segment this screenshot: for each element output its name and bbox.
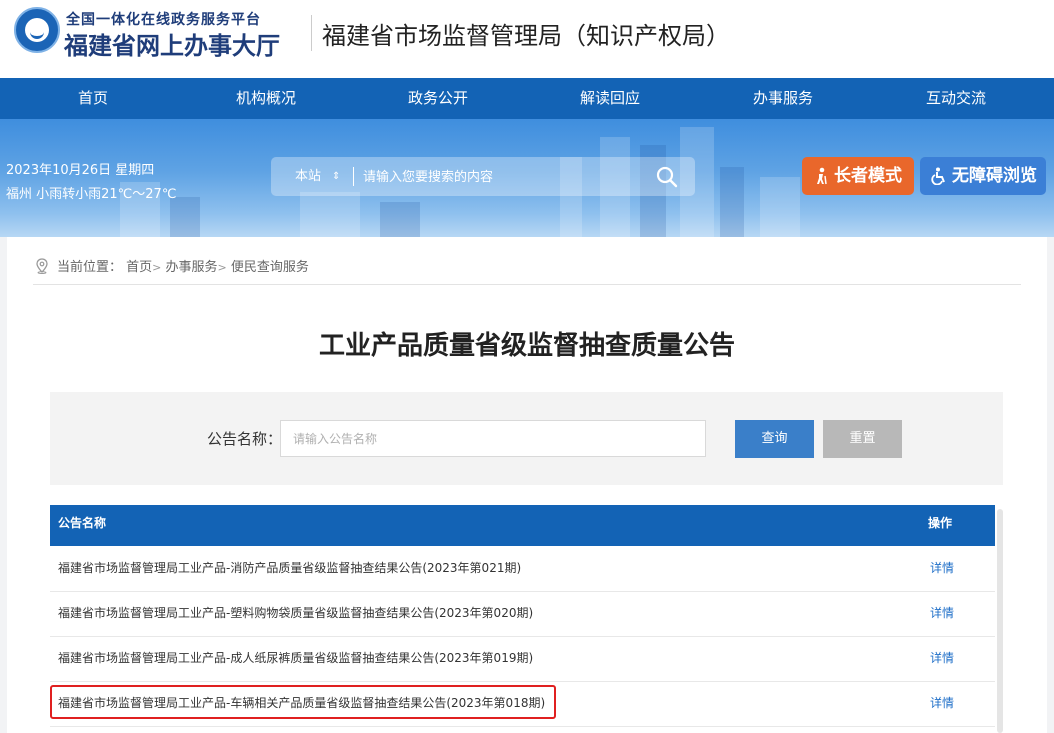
breadcrumb-home[interactable]: 首页 (126, 260, 152, 275)
site-search-bar: 本站 ⇕ (271, 157, 695, 196)
breadcrumb-services[interactable]: 办事服务 (166, 260, 218, 275)
skyline-building (300, 192, 360, 237)
elder-person-icon (817, 167, 827, 185)
header-divider (311, 15, 312, 51)
location-pin-icon (36, 258, 48, 274)
elder-mode-button[interactable]: 长者模式 (802, 157, 914, 195)
announcement-name-label: 公告名称： (207, 430, 283, 448)
filter-panel: 公告名称： 查询 重置 (50, 392, 1003, 485)
elder-mode-label: 长者模式 (834, 166, 902, 186)
announcement-title[interactable]: 福建省市场监督管理局工业产品-塑料购物袋质量省级监督抽查结果公告(2023年第0… (58, 591, 533, 636)
breadcrumb: 当前位置： 首页> 办事服务> 便民查询服务 (57, 256, 309, 275)
table-scrollbar[interactable] (997, 509, 1003, 733)
column-header-name: 公告名称 (58, 516, 107, 530)
weather-info: 福州 小雨转小雨21℃～27℃ (6, 187, 177, 202)
skyline-building (720, 167, 744, 237)
breadcrumb-separator: > (217, 261, 227, 274)
skyline-building (170, 197, 200, 237)
details-link[interactable]: 详情 (930, 591, 954, 636)
search-separator (353, 167, 354, 186)
search-icon[interactable] (655, 165, 679, 189)
site-search-input[interactable] (361, 163, 645, 192)
table-row: 福建省市场监督管理局工业产品-塑料购物袋质量省级监督抽查结果公告(2023年第0… (50, 591, 995, 637)
accessible-browse-button[interactable]: 无障碍浏览 (920, 157, 1046, 195)
highlight-box (50, 685, 556, 719)
search-scope-select[interactable]: 本站 (295, 157, 321, 196)
banner: 2023年10月26日 星期四 福州 小雨转小雨21℃～27℃ 本站 ⇕ 长者模… (0, 119, 1054, 237)
nav-item-public-affairs[interactable]: 政务公开 (368, 78, 508, 119)
reset-button[interactable]: 重置 (823, 420, 902, 458)
details-link[interactable]: 详情 (930, 681, 954, 726)
nav-item-home[interactable]: 首页 (23, 78, 163, 119)
breadcrumb-divider (33, 284, 1021, 285)
skyline-building (760, 177, 800, 237)
announcement-title[interactable]: 福建省市场监督管理局工业产品-消防产品质量省级监督抽查结果公告(2023年第02… (58, 546, 521, 591)
announcement-title[interactable]: 福建省市场监督管理局工业产品-成人纸尿裤质量省级监督抽查结果公告(2023年第0… (58, 636, 533, 681)
org-name: 福建省市场监督管理局（知识产权局） (322, 22, 730, 50)
breadcrumb-separator: > (152, 261, 162, 274)
breadcrumb-query-service[interactable]: 便民查询服务 (231, 260, 309, 275)
breadcrumb-prefix: 当前位置： (57, 260, 123, 275)
table-row: 福建省市场监督管理局工业产品-消防产品质量省级监督抽查结果公告(2023年第02… (50, 546, 995, 592)
details-link[interactable]: 详情 (930, 546, 954, 591)
query-button[interactable]: 查询 (735, 420, 814, 458)
wheelchair-icon (931, 167, 945, 185)
site-header: 全国一体化在线政务服务平台 福建省网上办事大厅 福建省市场监督管理局（知识产权局… (0, 0, 1054, 78)
logo-title[interactable]: 福建省网上办事大厅 (64, 26, 280, 61)
table-header: 公告名称 操作 (50, 505, 995, 546)
skyline-building (380, 202, 420, 237)
table-row: 福建省市场监督管理局工业产品-成人纸尿裤质量省级监督抽查结果公告(2023年第0… (50, 636, 995, 682)
site-logo-icon[interactable] (14, 7, 60, 53)
sort-arrows-icon[interactable]: ⇕ (332, 157, 340, 196)
page-title: 工业产品质量省级监督抽查质量公告 (318, 331, 735, 361)
nav-item-interpretation[interactable]: 解读回应 (540, 78, 680, 119)
nav-item-interaction[interactable]: 互动交流 (886, 78, 1026, 119)
current-date: 2023年10月26日 星期四 (6, 163, 155, 178)
main-nav: 首页 机构概况 政务公开 解读回应 办事服务 互动交流 (0, 78, 1054, 119)
nav-item-about[interactable]: 机构概况 (196, 78, 336, 119)
column-header-action: 操作 (928, 516, 953, 530)
accessible-browse-label: 无障碍浏览 (952, 166, 1037, 186)
nav-item-services[interactable]: 办事服务 (713, 78, 853, 119)
content-card: 当前位置： 首页> 办事服务> 便民查询服务 工业产品质量省级监督抽查质量公告 … (7, 237, 1047, 733)
announcement-name-input[interactable] (280, 420, 706, 457)
details-link[interactable]: 详情 (930, 636, 954, 681)
